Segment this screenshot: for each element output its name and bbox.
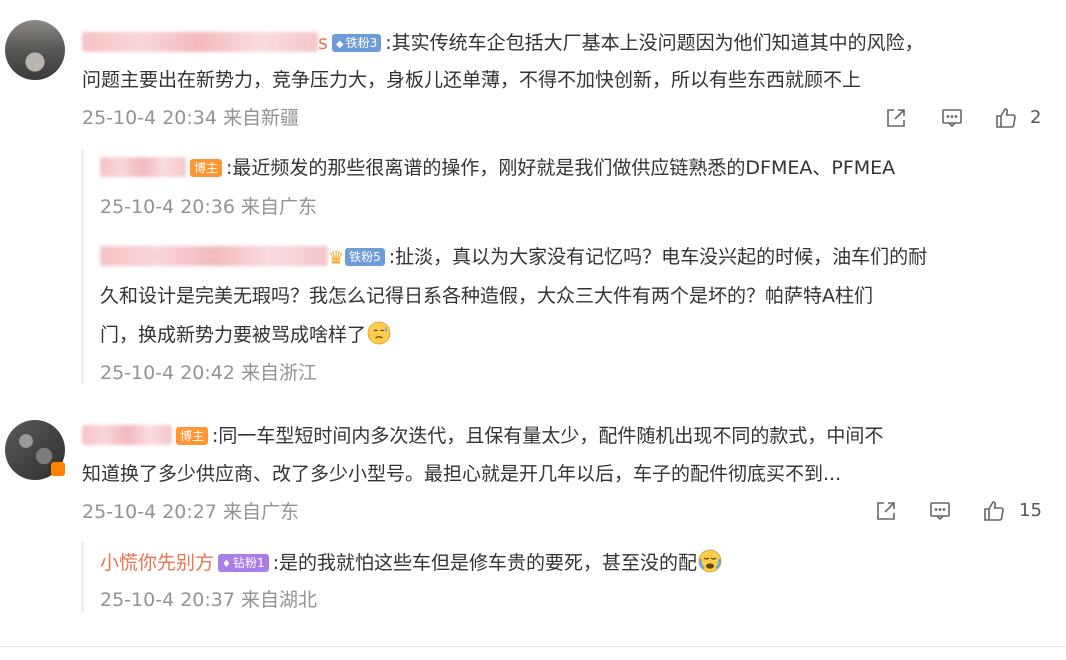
divider xyxy=(0,646,1066,647)
diamond-icon: ◆ xyxy=(335,39,344,50)
comment-icon[interactable] xyxy=(940,106,964,130)
crown-icon: ♛ xyxy=(328,248,345,269)
comment-header: s ◆ 铁粉3:其实传统车企包括大厂基本上没问题因为他们知道其中的风险， xyxy=(82,31,924,55)
comment-text: :同一车型短时间内多次迭代，且保有量太少，配件随机出现不同的款式，中间不 xyxy=(212,425,884,447)
avatar[interactable] xyxy=(5,20,65,80)
reply-header: 小慌你先别方 ♦ 钻粉1:是的我就怕这些车但是修车贵的要死，甚至没的配 xyxy=(100,548,723,575)
comment-icon[interactable] xyxy=(928,499,952,523)
thumbs-up-icon[interactable] xyxy=(994,106,1018,130)
reply-text: :是的我就怕这些车但是修车贵的要死，甚至没的配 xyxy=(272,552,698,574)
username-blurred[interactable] xyxy=(100,246,328,266)
comment-text: 问题主要出在新势力，竞争压力大，身板儿还单薄，不得不加快创新，所以有些东西就顾不… xyxy=(82,69,862,91)
reply-time: 25-10-4 20:36 来自广东 xyxy=(100,196,317,218)
reply-text: :最近频发的那些很离谱的操作，刚好就是我们做供应链熟悉的DFMEA、PFMEA xyxy=(226,157,896,179)
share-icon[interactable] xyxy=(874,499,898,523)
comment-actions: 15 xyxy=(870,499,1050,523)
comment-time: 25-10-4 20:27 来自广东 xyxy=(82,501,299,523)
comment-header: 博主:同一车型短时间内多次迭代，且保有量太少，配件随机出现不同的款式，中间不 xyxy=(82,424,883,448)
author-badge: 博主 xyxy=(176,427,209,445)
reply-time: 25-10-4 20:37 来自湖北 xyxy=(100,589,317,611)
reply-text: 门，换成新势力要被骂成啥样了 xyxy=(100,324,367,346)
comment-time: 25-10-4 20:34 来自新疆 xyxy=(82,107,299,129)
thumbs-up-icon[interactable] xyxy=(982,499,1006,523)
like-count: 15 xyxy=(1019,500,1042,521)
reply-divider xyxy=(81,542,84,612)
author-badge: 博主 xyxy=(190,159,223,177)
reply-text: 久和设计是完美无瑕吗？我怎么记得日系各种造假，大众三大件有两个是坏的？帕萨特A柱… xyxy=(100,285,873,307)
username-blurred[interactable] xyxy=(100,157,186,177)
sweat-face-icon xyxy=(367,321,391,345)
share-icon[interactable] xyxy=(884,106,908,130)
reply-divider xyxy=(81,150,84,384)
comment-text: :其实传统车企包括大厂基本上没问题因为他们知道其中的风险， xyxy=(385,32,924,54)
username-blurred[interactable] xyxy=(82,32,318,52)
like-count: 2 xyxy=(1030,107,1042,128)
reply-username[interactable]: 小慌你先别方 xyxy=(100,552,214,574)
reply-time: 25-10-4 20:42 来自浙江 xyxy=(100,362,317,384)
fan-badge[interactable]: ♦ 钻粉1 xyxy=(218,554,269,572)
fan-badge[interactable]: 铁粉5 xyxy=(345,248,385,266)
username-blurred[interactable] xyxy=(82,425,172,445)
crying-face-icon xyxy=(698,549,722,573)
reply-header: 博主:最近频发的那些很离谱的操作，刚好就是我们做供应链熟悉的DFMEA、PFME… xyxy=(100,156,895,180)
avatar-badge xyxy=(51,462,65,476)
reply-text: :扯淡，真以为大家没有记忆吗？电车没兴起的时候，油车们的耐 xyxy=(388,246,928,268)
fan-badge[interactable]: ◆ 铁粉3 xyxy=(331,34,382,52)
comment-text: 知道换了多少供应商、改了多少小型号。最担心就是开几年以后，车子的配件彻底买不到.… xyxy=(82,463,842,485)
username-suffix[interactable]: s xyxy=(318,32,328,54)
gem-icon: ♦ xyxy=(222,559,231,570)
comment-actions: 2 xyxy=(880,106,1050,130)
reply-header: ♛ 铁粉5:扯淡，真以为大家没有记忆吗？电车没兴起的时候，油车们的耐 xyxy=(100,245,927,271)
